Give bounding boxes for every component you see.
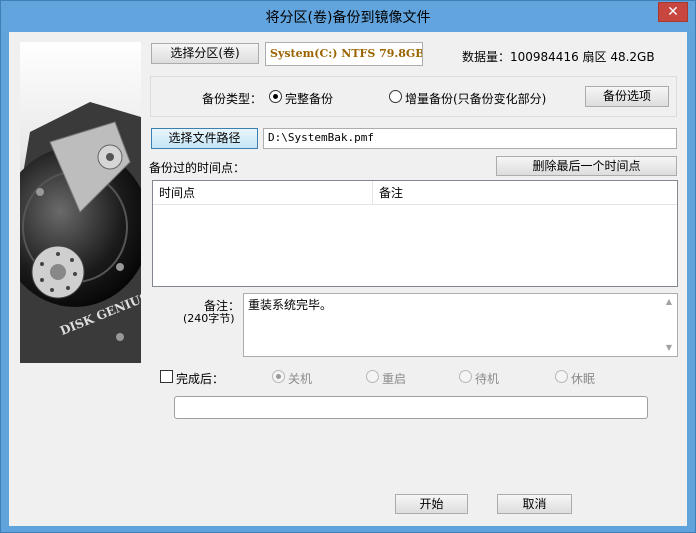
scroll-down-arrow-icon[interactable]: ▼ [663,342,675,354]
note-textarea[interactable]: 重装系统完毕。 ▲ ▼ [243,293,678,357]
standby-radio[interactable] [459,370,472,383]
restart-label[interactable]: 重启 [382,370,406,387]
backup-type-label: 备份类型： [202,92,263,106]
disk-genius-image: DISK GENIUS [20,42,141,363]
backup-options-button[interactable]: 备份选项 [585,86,669,107]
cancel-button[interactable]: 取消 [497,494,572,514]
timepoints-label: 备份过的时间点： [149,161,246,175]
hibernate-label[interactable]: 休眠 [571,370,595,387]
window-title: 将分区(卷)备份到镜像文件 [265,10,431,26]
data-amount-text: 数据量：100984416 扇区 48.2GB [462,50,655,64]
dialog-body: DISK GENIUS 选择分区(卷) System(C:) NTFS 79.8… [9,32,687,526]
hibernate-radio[interactable] [555,370,568,383]
incremental-backup-radio[interactable] [389,90,402,103]
note-size-label: (240字节) [183,312,235,325]
dialog-window: 将分区(卷)备份到镜像文件 ✕ DISK GENIUS 选择分区(卷) Syst… [0,0,696,533]
partition-info-field: System(C:) NTFS 79.8GB [265,42,423,66]
full-backup-radio[interactable] [269,90,282,103]
after-completion-label[interactable]: 完成后： [176,370,224,387]
scroll-up-arrow-icon[interactable]: ▲ [663,296,675,308]
restart-radio[interactable] [366,370,379,383]
column-header-note[interactable]: 备注 [373,181,677,205]
after-completion-checkbox[interactable] [160,370,173,383]
title-bar[interactable]: 将分区(卷)备份到镜像文件 ✕ [1,1,695,31]
close-button[interactable]: ✕ [658,2,688,22]
shutdown-radio[interactable] [272,370,285,383]
standby-label[interactable]: 待机 [475,370,499,387]
select-file-path-button[interactable]: 选择文件路径 [151,128,258,149]
incremental-backup-label[interactable]: 增量备份(只备份变化部分) [405,90,546,107]
select-partition-button[interactable]: 选择分区(卷) [151,43,259,64]
timepoints-list[interactable]: 时间点 备注 [152,180,678,287]
backup-type-group: 备份类型： 完整备份 增量备份(只备份变化部分) 备份选项 [150,76,677,117]
progress-bar [174,396,648,419]
file-path-input[interactable]: D:\SystemBak.pmf [263,128,677,149]
shutdown-label[interactable]: 关机 [288,370,312,387]
full-backup-label[interactable]: 完整备份 [285,90,333,107]
start-button[interactable]: 开始 [395,494,468,514]
delete-last-timepoint-button[interactable]: 删除最后一个时间点 [496,156,677,176]
note-text: 重装系统完毕。 [248,298,333,312]
column-header-time[interactable]: 时间点 [153,181,373,205]
